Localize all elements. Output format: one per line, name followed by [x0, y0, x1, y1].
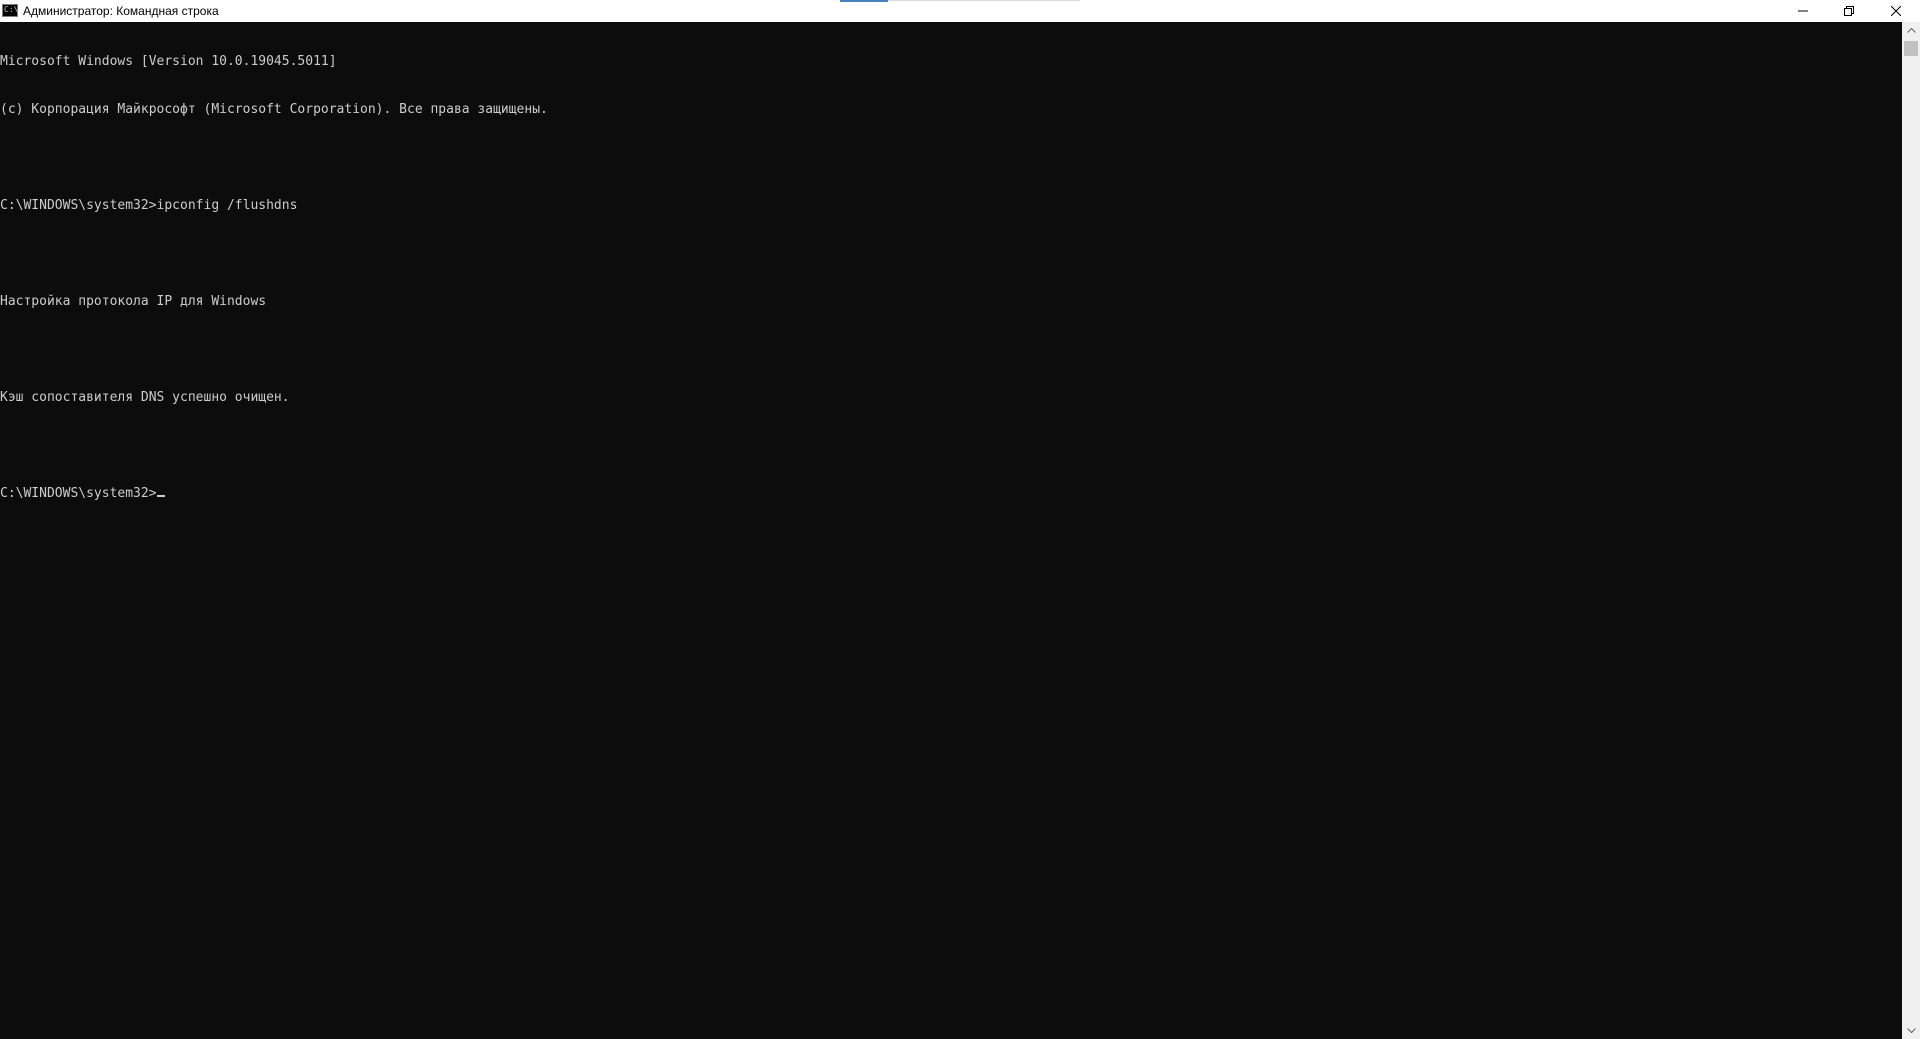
taskbar-edge-light — [888, 0, 1080, 1]
console-line: (c) Корпорация Майкрософт (Microsoft Cor… — [0, 102, 548, 117]
scroll-down-arrow-icon — [1906, 1028, 1916, 1033]
command-prompt-window: C:\ Администратор: Командная строка Micr… — [0, 0, 1920, 1039]
vertical-scrollbar[interactable] — [1902, 22, 1920, 1039]
scroll-thumb[interactable] — [1904, 41, 1918, 56]
cmd-icon[interactable]: C:\ — [2, 4, 18, 17]
console-output[interactable]: Microsoft Windows [Version 10.0.19045.50… — [0, 22, 1902, 1039]
console-line: Кэш сопоставителя DNS успешно очищен. — [0, 390, 290, 405]
restore-icon — [1844, 6, 1854, 16]
console-line: Microsoft Windows [Version 10.0.19045.50… — [0, 54, 337, 69]
command-prompt: C:\WINDOWS\system32> — [0, 486, 157, 501]
console-line: Настройка протокола IP для Windows — [0, 294, 267, 309]
close-button[interactable] — [1872, 0, 1920, 22]
scroll-up-button[interactable] — [1902, 22, 1920, 39]
minimize-icon — [1798, 10, 1808, 12]
window-title: Администратор: Командная строка — [23, 4, 219, 18]
cmd-icon-glyph: C:\ — [4, 5, 19, 14]
taskbar-edge-highlight — [840, 0, 888, 2]
restore-button[interactable] — [1826, 0, 1872, 22]
scroll-down-button[interactable] — [1902, 1022, 1920, 1039]
close-icon — [1891, 6, 1901, 16]
text-cursor — [156, 495, 165, 497]
prompt-line[interactable]: C:\WINDOWS\system32> — [0, 486, 1902, 502]
scroll-up-arrow-icon — [1906, 28, 1916, 33]
console-line: C:\WINDOWS\system32>ipconfig /flushdns — [0, 198, 298, 213]
title-bar[interactable]: C:\ Администратор: Командная строка — [0, 0, 1920, 22]
minimize-button[interactable] — [1780, 0, 1826, 22]
